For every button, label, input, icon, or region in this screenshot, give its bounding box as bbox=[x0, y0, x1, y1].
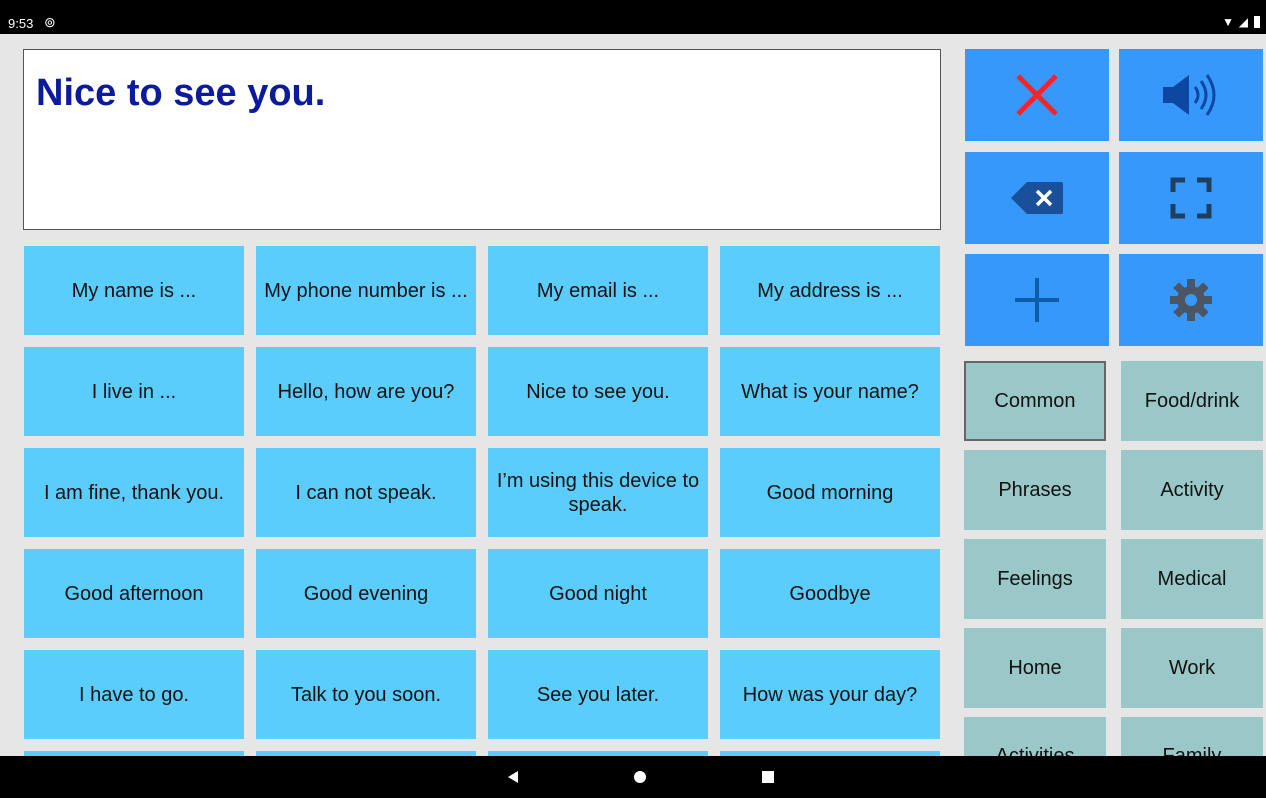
add-icon bbox=[1015, 278, 1059, 322]
wifi-icon: ▼ bbox=[1222, 15, 1234, 29]
category-family[interactable]: Family bbox=[1121, 717, 1263, 767]
phrase-button[interactable]: Hello, how are you? bbox=[256, 347, 476, 436]
phrase-button[interactable]: See you later. bbox=[488, 650, 708, 739]
back-icon[interactable] bbox=[506, 770, 520, 784]
phrase-button[interactable]: Nice to see you. bbox=[488, 347, 708, 436]
category-home[interactable]: Home bbox=[964, 628, 1106, 708]
add-button[interactable] bbox=[965, 254, 1109, 346]
category-food-drink[interactable]: Food/drink bbox=[1121, 361, 1263, 441]
phrase-button[interactable]: I live in ... bbox=[24, 347, 244, 436]
phrase-button[interactable]: I am fine, thank you. bbox=[24, 448, 244, 537]
speak-button[interactable] bbox=[1119, 49, 1263, 141]
status-bar: 9:53 ⊚ ▼ ◢ bbox=[0, 0, 1266, 34]
phrase-button[interactable]: Talk to you soon. bbox=[256, 650, 476, 739]
phrase-button[interactable]: I have to go. bbox=[24, 650, 244, 739]
navigation-bar bbox=[0, 756, 1266, 798]
sync-icon: ⊚ bbox=[44, 14, 56, 30]
category-common[interactable]: Common bbox=[964, 361, 1106, 441]
phrase-button[interactable]: My email is ... bbox=[488, 246, 708, 335]
phrase-button[interactable]: Good night bbox=[488, 549, 708, 638]
phrase-button[interactable]: What is your name? bbox=[720, 347, 940, 436]
category-feelings[interactable]: Feelings bbox=[964, 539, 1106, 619]
signal-icon: ◢ bbox=[1238, 15, 1248, 29]
phrase-button[interactable]: Goodbye bbox=[720, 549, 940, 638]
phrase-button[interactable]: I can not speak. bbox=[256, 448, 476, 537]
settings-button[interactable] bbox=[1119, 254, 1263, 346]
recents-icon[interactable] bbox=[762, 771, 774, 783]
message-text: Nice to see you. bbox=[36, 72, 326, 114]
phrase-button[interactable]: Good morning bbox=[720, 448, 940, 537]
phrase-button[interactable]: My phone number is ... bbox=[256, 246, 476, 335]
clear-icon bbox=[1016, 74, 1058, 116]
home-icon[interactable] bbox=[634, 771, 646, 783]
backspace-icon bbox=[1011, 182, 1063, 214]
backspace-button[interactable] bbox=[965, 152, 1109, 244]
clear-button[interactable] bbox=[965, 49, 1109, 141]
phrase-button[interactable]: I’m using this device to speak. bbox=[488, 448, 708, 537]
category-medical[interactable]: Medical bbox=[1121, 539, 1263, 619]
battery-icon bbox=[1254, 16, 1260, 28]
category-activity[interactable]: Activity bbox=[1121, 450, 1263, 530]
category-phrases[interactable]: Phrases bbox=[964, 450, 1106, 530]
phrase-button[interactable]: Good afternoon bbox=[24, 549, 244, 638]
status-time: 9:53 bbox=[8, 16, 34, 31]
category-activities[interactable]: Activities bbox=[964, 717, 1106, 767]
phrase-button[interactable]: Good evening bbox=[256, 549, 476, 638]
phrase-button[interactable]: How was your day? bbox=[720, 650, 940, 739]
message-display[interactable]: Nice to see you. bbox=[23, 49, 941, 230]
speaker-icon bbox=[1163, 74, 1216, 116]
fullscreen-button[interactable] bbox=[1119, 152, 1263, 244]
phrase-button[interactable]: My name is ... bbox=[24, 246, 244, 335]
settings-icon bbox=[1170, 279, 1212, 321]
fullscreen-icon bbox=[1170, 177, 1212, 219]
category-work[interactable]: Work bbox=[1121, 628, 1263, 708]
phrase-button[interactable]: My address is ... bbox=[720, 246, 940, 335]
